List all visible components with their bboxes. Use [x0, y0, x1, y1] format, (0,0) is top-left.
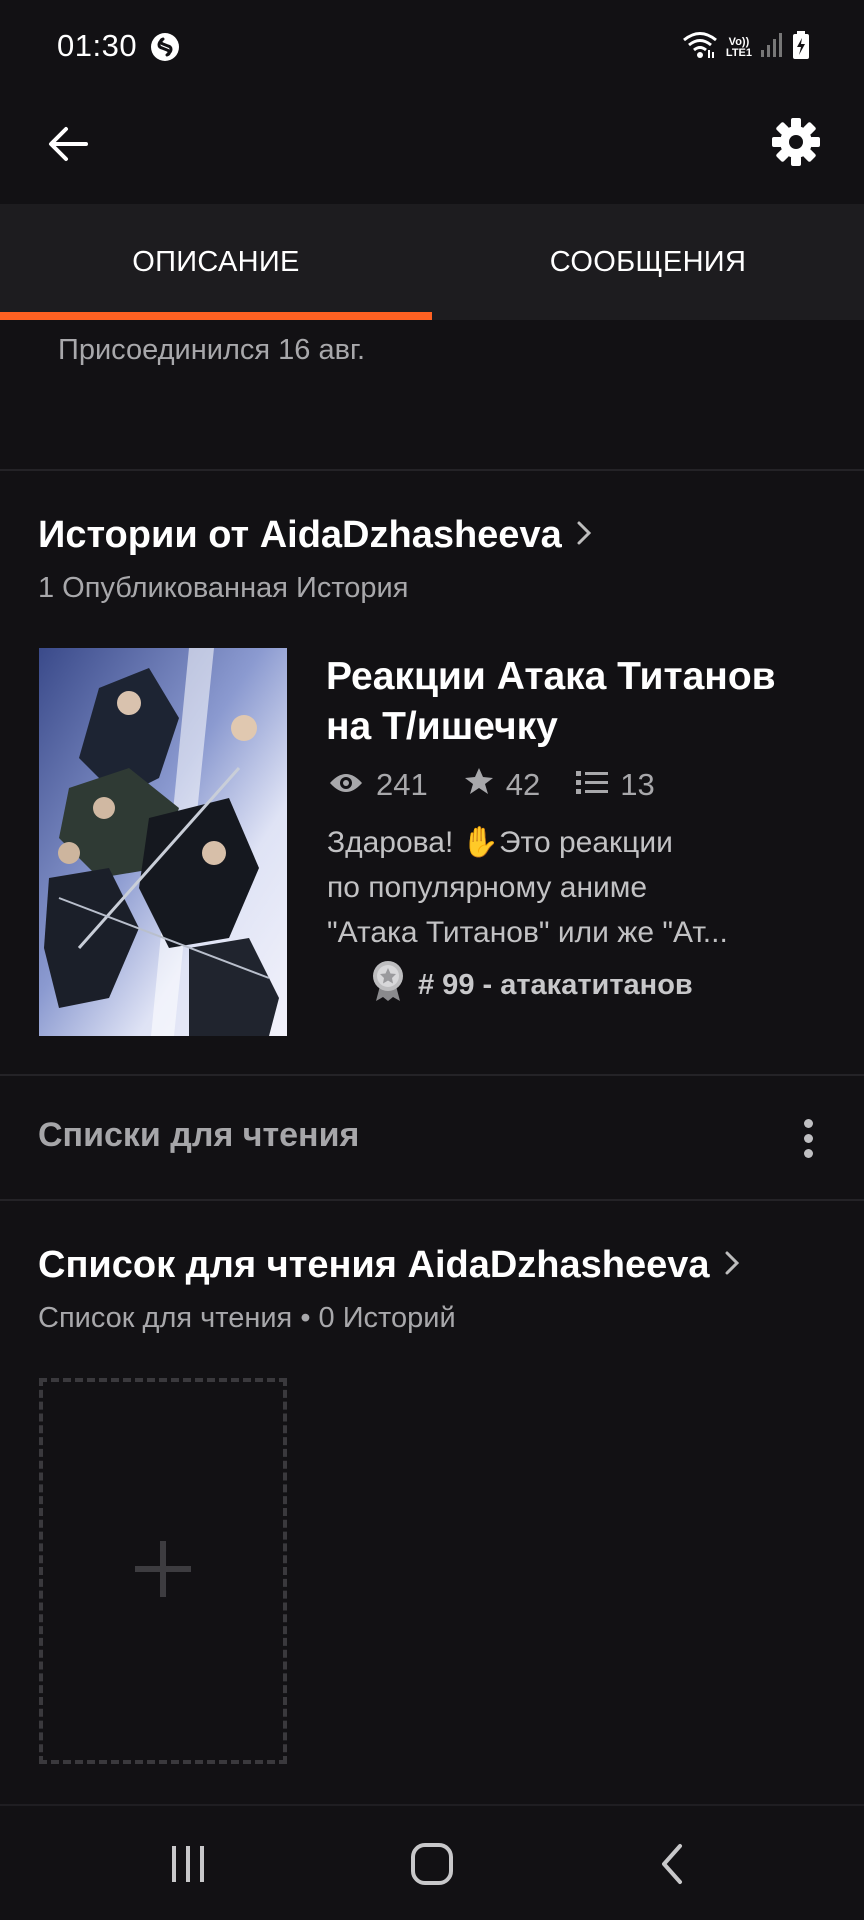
screen: 01:30 Vo)) LTE1 ОПИСАНИЕ СООБЩЕНИЯ Присо… — [0, 0, 864, 1920]
kebab-dot-icon — [803, 1133, 813, 1143]
back-button[interactable] — [36, 114, 100, 178]
story-rank[interactable]: # 99 - атакатитанов — [370, 960, 693, 1010]
active-tab-indicator — [0, 312, 432, 320]
signal-icon — [760, 32, 784, 63]
votes-stat: 42 — [464, 766, 540, 804]
kebab-dot-icon — [803, 1148, 813, 1158]
reading-lists-label: Списки для чтения — [38, 1116, 360, 1154]
stories-section-title: Истории от AidaDzhasheeva — [38, 514, 562, 556]
status-icons: Vo)) LTE1 — [682, 30, 810, 65]
volte-label: Vo)) — [728, 35, 750, 48]
home-button[interactable] — [392, 1836, 472, 1896]
status-bar: 01:30 Vo)) LTE1 — [0, 0, 864, 96]
chevron-left-icon — [658, 1842, 686, 1891]
reading-list-title: Список для чтения AidaDzhasheeva — [38, 1244, 710, 1286]
plus-icon — [131, 1537, 195, 1606]
list-icon — [576, 767, 609, 803]
views-count: 241 — [376, 767, 428, 802]
settings-button[interactable] — [764, 112, 828, 176]
lte-label: LTE1 — [725, 46, 752, 59]
votes-count: 42 — [505, 767, 541, 802]
rank-badge-icon — [370, 960, 406, 1010]
arrow-left-icon — [46, 124, 90, 169]
system-nav-bar — [0, 1804, 864, 1920]
app-bar — [0, 96, 864, 204]
battery-charging-icon — [792, 30, 810, 65]
eye-icon — [328, 767, 364, 803]
tab-messages[interactable]: СООБЩЕНИЯ — [432, 204, 864, 320]
more-options-button[interactable] — [788, 1112, 828, 1164]
chevron-right-icon — [576, 514, 592, 557]
reading-list-subtitle: Список для чтения • 0 Историй — [38, 1302, 456, 1334]
shazam-icon — [150, 32, 180, 62]
reading-lists-row: Списки для чтения — [0, 1076, 864, 1200]
kebab-dot-icon — [803, 1118, 813, 1128]
parts-stat: 13 — [576, 767, 655, 803]
wifi-icon — [682, 30, 718, 65]
tab-bar: ОПИСАНИЕ СООБЩЕНИЯ — [0, 204, 864, 320]
description-line: "Атака Титанов" или же "Ат... — [327, 916, 728, 949]
story-stats: 241 42 13 — [328, 766, 691, 804]
divider — [0, 1199, 864, 1201]
stories-section-header[interactable]: Истории от AidaDzhasheeva — [38, 514, 592, 557]
tab-description[interactable]: ОПИСАНИЕ — [0, 204, 432, 320]
tab-description-label: ОПИСАНИЕ — [132, 245, 300, 278]
views-stat: 241 — [328, 767, 428, 803]
gear-icon — [771, 117, 821, 172]
tab-messages-label: СООБЩЕНИЯ — [549, 245, 747, 278]
story-cover-image[interactable] — [39, 648, 287, 1036]
status-time: 01:30 — [57, 28, 138, 63]
recent-apps-button[interactable] — [148, 1836, 228, 1896]
story-description: Здарова! ✋Это реакции по популярному ани… — [327, 820, 767, 955]
recent-apps-icon — [168, 1844, 208, 1889]
chevron-right-icon — [724, 1244, 740, 1287]
reading-list-header[interactable]: Список для чтения AidaDzhasheeva — [38, 1244, 740, 1287]
rank-label: # 99 - атакатитанов — [418, 968, 693, 1001]
home-icon — [410, 1842, 454, 1891]
story-title[interactable]: Реакции Атака Титанов на Т/ишечку — [326, 652, 826, 752]
joined-date: Присоединился 16 авг. — [58, 334, 366, 366]
description-line: Здарова! ✋Это реакции — [327, 826, 673, 859]
star-icon — [464, 766, 494, 804]
description-line: по популярному аниме — [327, 871, 648, 904]
stories-count: 1 Опубликованная История — [38, 572, 409, 604]
network-type: Vo)) LTE1 — [725, 35, 752, 59]
system-back-button[interactable] — [632, 1836, 712, 1896]
divider — [0, 469, 864, 471]
parts-count: 13 — [620, 767, 655, 802]
add-story-button[interactable] — [39, 1378, 287, 1764]
